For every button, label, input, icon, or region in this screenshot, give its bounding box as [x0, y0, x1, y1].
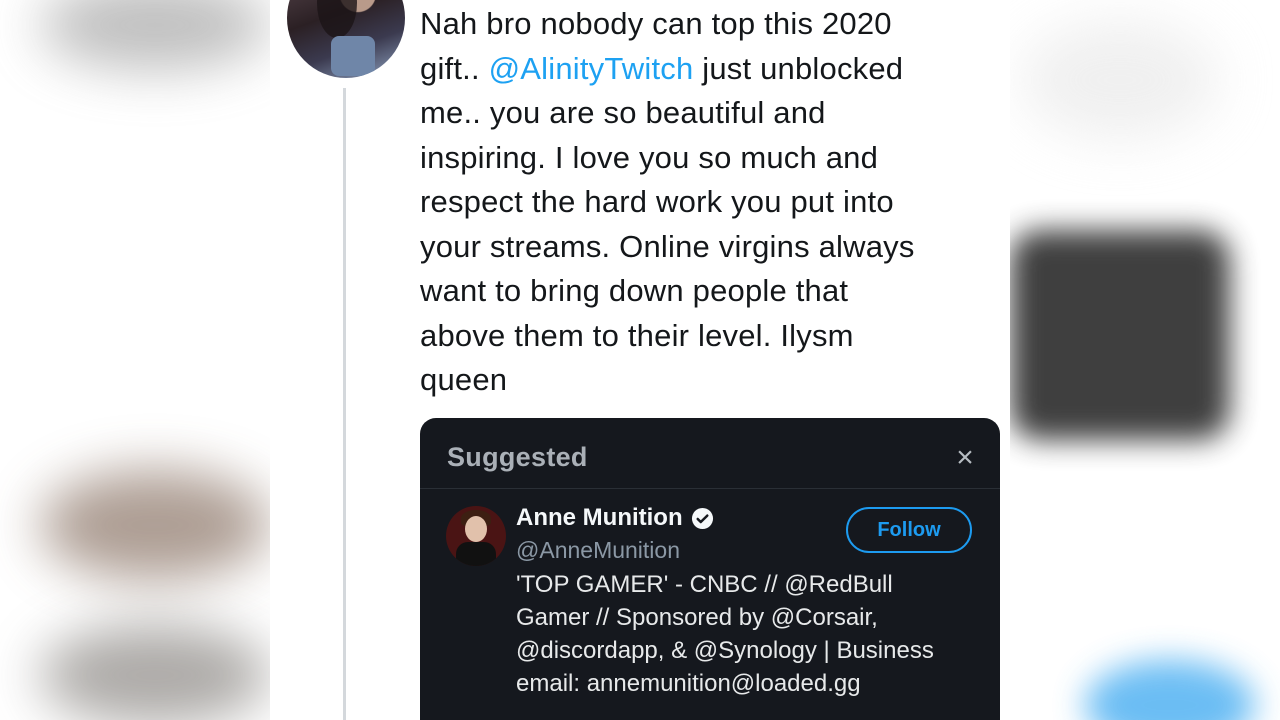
close-icon[interactable]: × [950, 443, 980, 473]
bio-line: 'TOP GAMER' - CNBC // @RedBull [516, 571, 893, 598]
tweet-line: respect the hard work you put into [420, 184, 894, 219]
blur-shape [1010, 230, 1230, 440]
mention-link[interactable]: @AlinityTwitch [489, 51, 694, 86]
suggested-account-name[interactable]: Anne Munition [516, 504, 683, 532]
verified-badge-icon [691, 507, 713, 529]
avatar-detail [331, 36, 375, 76]
suggested-account-bio: 'TOP GAMER' - CNBC // @RedBull Gamer // … [516, 568, 986, 700]
suggested-account-handle: @AnneMunition [516, 537, 680, 563]
tweet-text: Nah bro nobody can top this 2020 gift.. … [420, 2, 1000, 403]
avatar-detail [317, 0, 357, 38]
avatar-detail [456, 542, 496, 566]
tweet-line: queen [420, 362, 508, 397]
divider [420, 488, 1000, 489]
tweet-line: Nah bro nobody can top this 2020 [420, 6, 892, 41]
card-title: Suggested [447, 442, 588, 472]
follow-button[interactable]: Follow [846, 507, 972, 553]
tweet-line: your streams. Online virgins always [420, 228, 915, 264]
author-avatar[interactable] [287, 0, 405, 78]
tweet-line: above them to their level. Ilysm [420, 317, 854, 353]
suggested-account-name-row: Anne Munition [516, 504, 714, 532]
tweet-line: inspiring. I love you so much and [420, 139, 879, 175]
suggested-card: Suggested × Anne Munition @AnneMunition … [420, 418, 1000, 720]
bio-line: @discordapp, & @Synology | Business [516, 637, 934, 664]
blur-shape [40, 470, 270, 580]
blur-shape [1020, 20, 1220, 140]
tweet-line: want to bring down people that [420, 273, 849, 308]
tweet: Nah bro nobody can top this 2020 gift.. … [270, 0, 1010, 720]
avatar-detail [465, 516, 487, 542]
bio-line: Gamer // Sponsored by @Corsair, [516, 604, 878, 631]
bio-line: email: annemunition@loaded.gg [516, 670, 861, 697]
tweet-line: me.. you are so beautiful and [420, 95, 826, 130]
blur-shape [40, 0, 270, 70]
thread-line [343, 88, 346, 720]
suggested-account-avatar[interactable] [446, 506, 506, 566]
blur-shape [40, 625, 270, 720]
tweet-line: gift.. @AlinityTwitch just unblocked [420, 50, 904, 86]
blur-shape [1085, 660, 1255, 720]
